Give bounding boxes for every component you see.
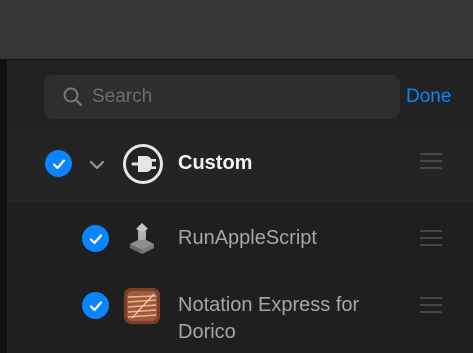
drag-handle-icon[interactable] <box>419 228 443 248</box>
plug-in-circle-icon <box>123 144 163 184</box>
item-label: Notation Express for Dorico <box>178 294 360 343</box>
sidebar-edge <box>0 60 7 353</box>
checkmark-circle-icon[interactable] <box>82 292 109 319</box>
group-label: Custom <box>178 152 253 174</box>
drag-handle-icon[interactable] <box>419 295 443 315</box>
search-input[interactable] <box>92 86 372 108</box>
checkmark-circle-icon[interactable] <box>82 225 109 252</box>
drag-handle-icon[interactable] <box>419 151 443 171</box>
list-item[interactable]: RunAppleScript <box>7 205 473 271</box>
search-field[interactable] <box>44 75 400 119</box>
chevron-down-icon[interactable] <box>88 156 106 174</box>
done-button[interactable]: Done <box>406 75 451 119</box>
divider <box>7 203 473 204</box>
search-icon <box>62 86 84 108</box>
title-bar <box>0 0 473 60</box>
item-label: RunAppleScript <box>178 227 317 249</box>
group-row-custom[interactable]: Custom <box>7 128 473 204</box>
extensions-window: Done Custom <box>0 0 473 353</box>
checkmark-circle-icon[interactable] <box>45 150 72 177</box>
search-row: Done <box>44 75 473 119</box>
applescript-icon <box>124 220 160 256</box>
list-item[interactable]: Notation Express for Dorico <box>7 272 473 353</box>
notation-express-icon <box>124 288 160 324</box>
